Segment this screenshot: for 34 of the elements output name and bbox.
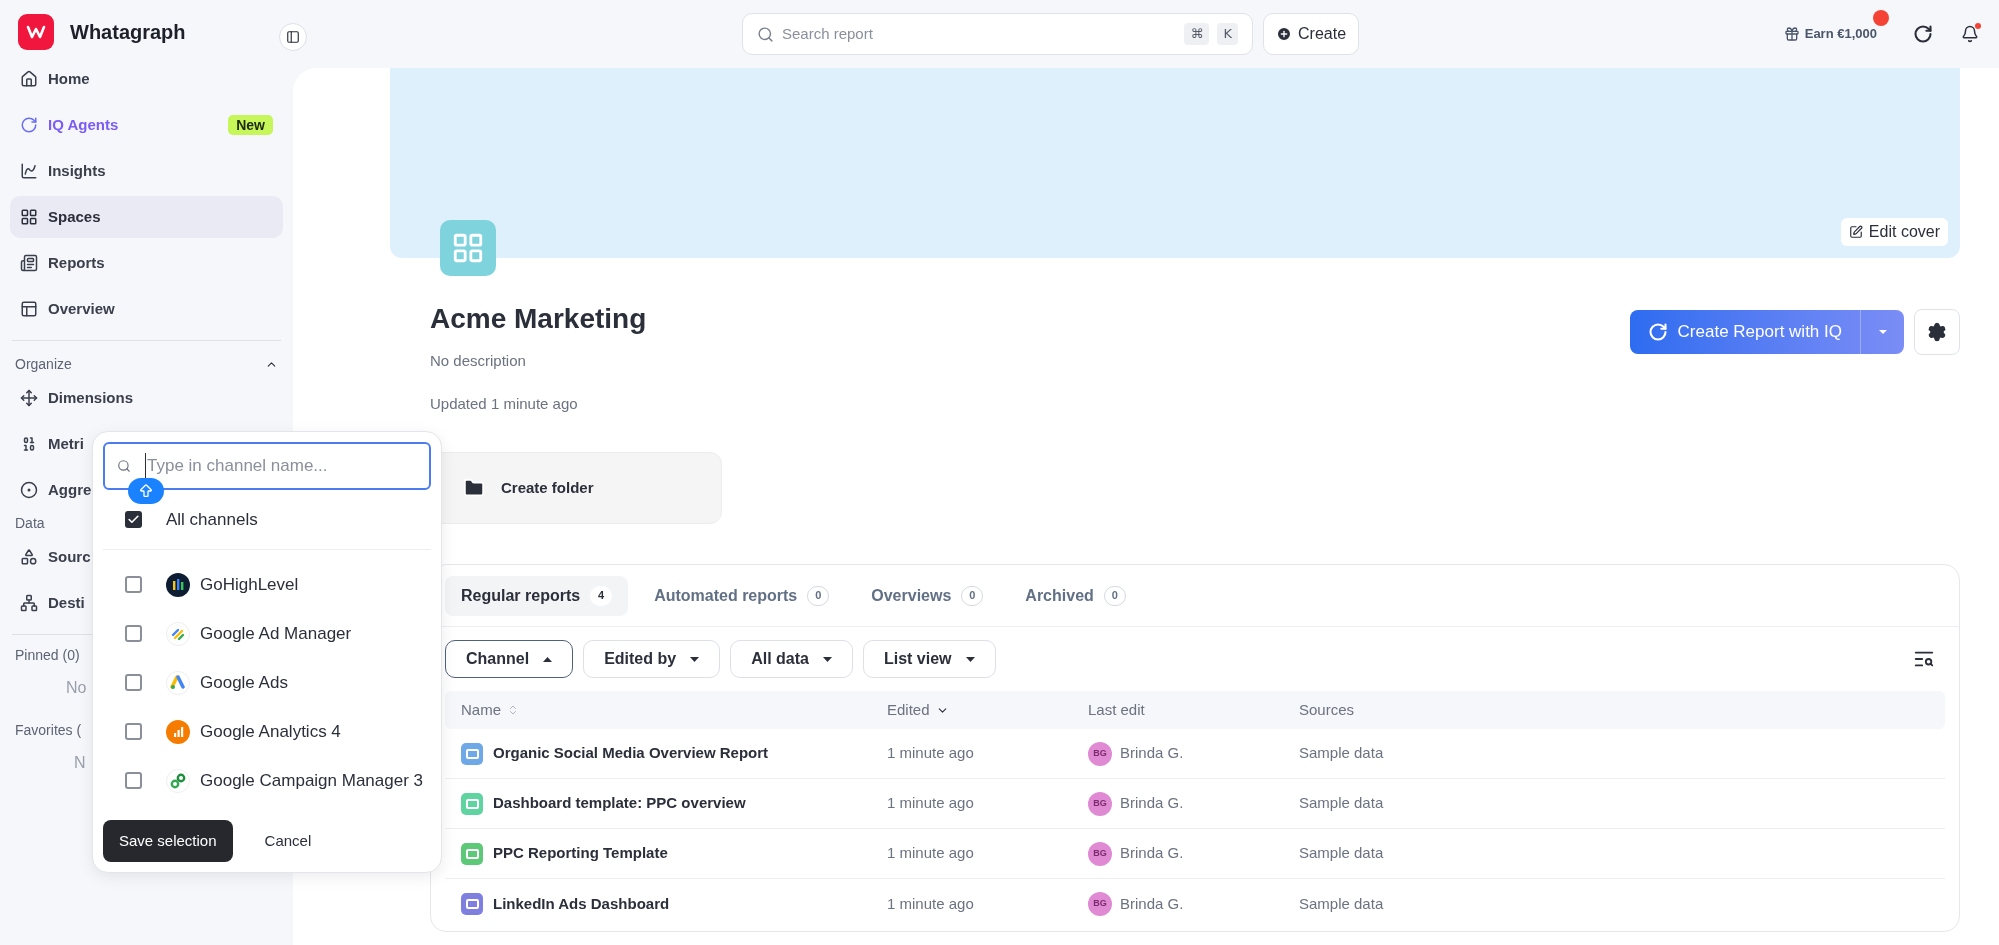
edited-time: 1 minute ago xyxy=(887,843,975,864)
section-title: Organize xyxy=(15,354,72,374)
sources-text: Sample data xyxy=(1299,843,1384,864)
edited-time: 1 minute ago xyxy=(887,793,975,814)
brand-name: Whatagraph xyxy=(70,20,186,45)
count-badge: 4 xyxy=(590,585,613,606)
sources-text: Sample data xyxy=(1299,893,1384,914)
avatar: BG xyxy=(1088,841,1112,866)
avatar: BG xyxy=(1088,791,1112,816)
updated-text: Updated 1 minute ago xyxy=(430,393,579,414)
shortcut-key: K xyxy=(1217,23,1238,45)
editor-name: Brinda G. xyxy=(1120,743,1184,764)
avatar: BG xyxy=(1088,741,1112,766)
report-name: LinkedIn Ads Dashboard xyxy=(493,893,670,914)
section-title: Data xyxy=(14,514,46,533)
section-title: Favorites ( xyxy=(14,721,83,740)
space-title: Acme Marketing xyxy=(430,302,647,336)
editor-name: Brinda G. xyxy=(1120,843,1184,864)
empty-text: No xyxy=(66,678,87,698)
editor-name: Brinda G. xyxy=(1120,793,1184,814)
editor-name: Brinda G. xyxy=(1120,893,1184,914)
sources-text: Sample data xyxy=(1299,793,1384,814)
shortcut-key: ⌘ xyxy=(1184,23,1210,45)
report-name: PPC Reporting Template xyxy=(493,843,668,864)
report-name: Dashboard template: PPC overview xyxy=(493,793,746,814)
section-title: Pinned (0) xyxy=(14,646,81,665)
edited-time: 1 minute ago xyxy=(887,743,975,764)
avatar: BG xyxy=(1088,892,1112,916)
new-badge: New xyxy=(228,115,273,135)
report-name: Organic Social Media Overview Report xyxy=(493,743,769,764)
edited-time: 1 minute ago xyxy=(887,893,975,914)
space-description: No description xyxy=(430,351,527,371)
sources-text: Sample data xyxy=(1299,743,1384,764)
empty-text: N xyxy=(74,753,86,773)
